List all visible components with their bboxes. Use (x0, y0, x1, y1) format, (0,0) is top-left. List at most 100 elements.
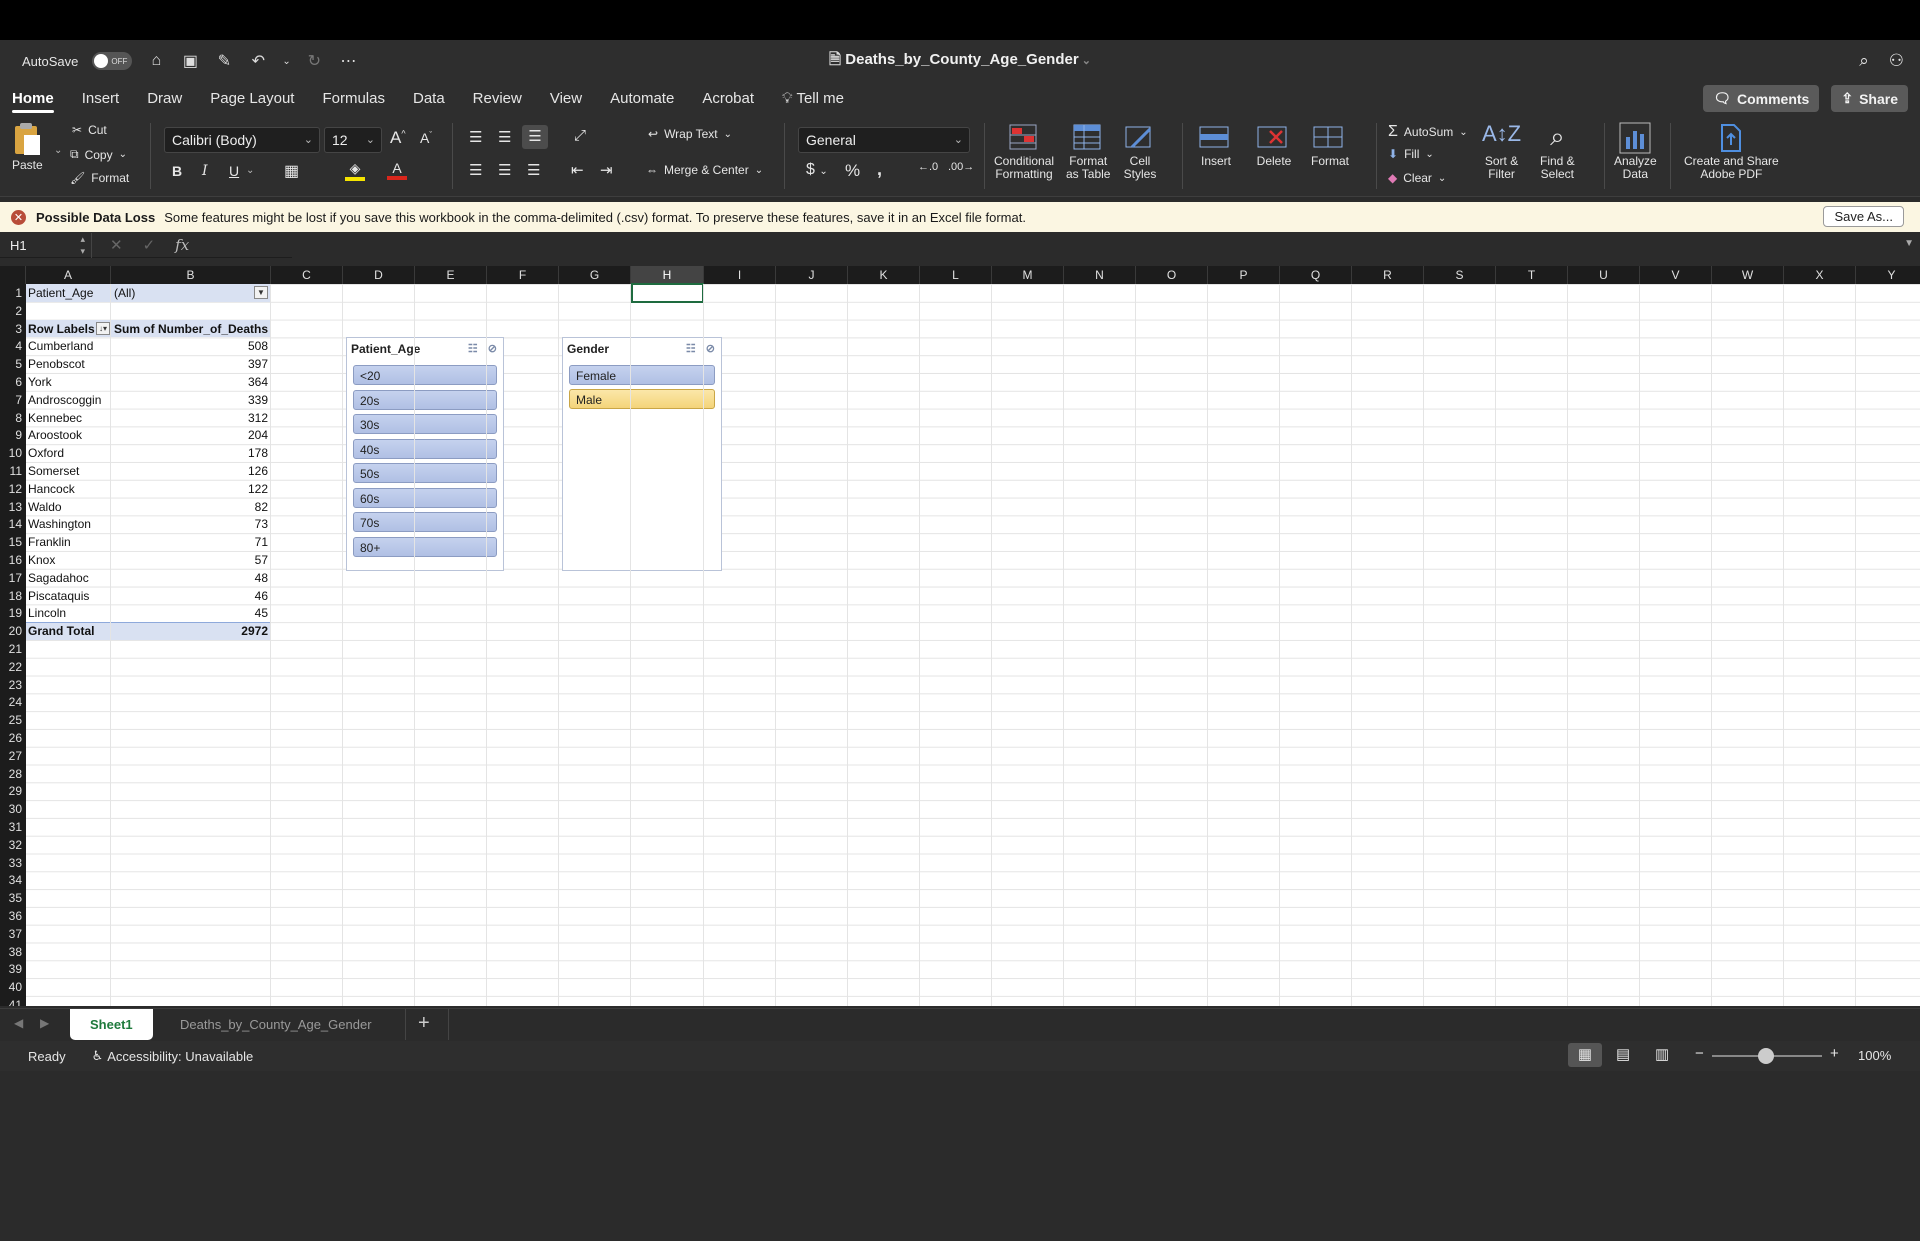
row-header[interactable]: 23 (0, 676, 26, 694)
pivot-row-value[interactable]: 204 (114, 426, 268, 444)
row-header[interactable]: 1 (0, 284, 26, 302)
column-header-p[interactable]: P (1208, 266, 1280, 284)
number-format-select[interactable]: General ⌄ (798, 127, 970, 153)
slicer-item-age[interactable]: 40s (353, 438, 497, 459)
italic-button[interactable]: I (202, 163, 208, 179)
pivot-row-value[interactable]: 312 (114, 409, 268, 427)
fill-button[interactable]: ⬇ Fill ⌄ (1388, 147, 1434, 161)
close-icon[interactable]: ✕ (11, 209, 26, 225)
pivot-row-label[interactable]: Lincoln (28, 604, 66, 622)
font-name-select[interactable]: Calibri (Body) ⌄ (164, 127, 320, 153)
row-header[interactable]: 6 (0, 373, 26, 391)
filter-dropdown-icon[interactable]: ▼ (254, 286, 268, 299)
pivot-row-label[interactable]: Hancock (28, 480, 75, 498)
add-sheet-icon[interactable]: + (418, 1012, 430, 1035)
row-header[interactable]: 40 (0, 978, 26, 996)
tab-draw[interactable]: Draw (147, 84, 182, 113)
row-header[interactable]: 2 (0, 302, 26, 320)
find-select-button[interactable]: ⌕ Find & Select (1540, 121, 1575, 181)
zoom-in-icon[interactable]: + (1830, 1045, 1839, 1062)
pivot-row-label[interactable]: Washington (28, 515, 91, 533)
tab-view[interactable]: View (550, 84, 582, 113)
row-header[interactable]: 37 (0, 925, 26, 943)
currency-icon[interactable]: $ ⌄ (806, 161, 828, 179)
stepper-icon[interactable]: ▴ ▾ (80, 233, 85, 257)
row-header[interactable]: 31 (0, 818, 26, 836)
document-title[interactable]: Deaths_by_County_Age_Gender (845, 51, 1078, 68)
pivot-row-value[interactable]: 46 (114, 587, 268, 605)
row-header[interactable]: 3 (0, 320, 26, 338)
row-header[interactable]: 21 (0, 640, 26, 658)
gender-slicer[interactable]: Gender ☷ ⊘ Female Male (562, 337, 722, 571)
cut-button[interactable]: ✂ Cut (72, 123, 107, 137)
tab-page-layout[interactable]: Page Layout (210, 84, 294, 113)
cell-styles-button[interactable]: Cell Styles (1122, 121, 1158, 181)
expand-formula-icon[interactable]: ▼ (1904, 238, 1914, 249)
decrease-indent-icon[interactable]: ⇤ (571, 161, 584, 179)
align-middle-icon[interactable]: ☰ (498, 128, 511, 146)
multi-select-icon[interactable]: ☷ (468, 342, 478, 355)
sort-filter-button[interactable]: A↕Z Sort & Filter (1482, 121, 1521, 181)
column-header-w[interactable]: W (1712, 266, 1784, 284)
pivot-row-label[interactable]: Somerset (28, 462, 79, 480)
row-header[interactable]: 7 (0, 391, 26, 409)
pivot-row-label[interactable]: York (28, 373, 52, 391)
format-as-table-button[interactable]: Format as Table (1066, 121, 1110, 181)
check-icon[interactable]: ✓ (143, 236, 156, 254)
row-header[interactable]: 14 (0, 515, 26, 533)
pivot-row-value[interactable]: 48 (114, 569, 268, 587)
align-center-icon[interactable]: ☰ (498, 161, 511, 179)
wrap-text-button[interactable]: ↩ Wrap Text ⌄ (648, 127, 732, 141)
row-header[interactable]: 18 (0, 587, 26, 605)
zoom-level[interactable]: 100% (1858, 1048, 1891, 1063)
pivot-row-value[interactable]: 126 (114, 462, 268, 480)
next-sheet-icon[interactable]: ▶ (40, 1016, 49, 1030)
column-header-v[interactable]: V (1640, 266, 1712, 284)
column-header-k[interactable]: K (848, 266, 920, 284)
cells-area[interactable]: Patient_Age (All) ▼ Row Labels ↓▾ Sum of… (26, 283, 1920, 1006)
delete-cells-button[interactable]: Delete (1254, 121, 1294, 168)
undo-icon[interactable]: ↶ (248, 51, 268, 71)
column-header-r[interactable]: R (1352, 266, 1424, 284)
fx-icon[interactable]: fx (175, 236, 189, 254)
column-header-b[interactable]: B (111, 266, 271, 284)
save-as-button[interactable]: Save As... (1823, 206, 1904, 227)
increase-font-icon[interactable]: A^ (390, 128, 406, 148)
copy-button[interactable]: ⧉ Copy ⌄ (70, 147, 127, 162)
pivot-row-label[interactable]: Cumberland (28, 337, 93, 355)
paste-button[interactable]: Paste (12, 121, 43, 172)
underline-button[interactable]: U (229, 163, 239, 179)
format-painter-button[interactable]: 🖌︎ Format (70, 171, 129, 185)
clear-filter-icon[interactable]: ⊘ (488, 342, 497, 355)
insert-cells-button[interactable]: Insert (1196, 121, 1236, 168)
tell-me-search[interactable]: 💡︎ Tell me (782, 84, 844, 113)
column-header-s[interactable]: S (1424, 266, 1496, 284)
column-header-l[interactable]: L (920, 266, 992, 284)
row-header[interactable]: 25 (0, 711, 26, 729)
row-header[interactable]: 28 (0, 765, 26, 783)
underline-chevron-icon[interactable]: ⌄ (246, 165, 254, 176)
column-header-q[interactable]: Q (1280, 266, 1352, 284)
align-bottom-icon[interactable]: ☰ (522, 125, 548, 149)
column-header-j[interactable]: J (776, 266, 848, 284)
slicer-item-male[interactable]: Male (569, 389, 715, 409)
sheet-tab-deaths[interactable]: Deaths_by_County_Age_Gender (160, 1009, 392, 1040)
slicer-item-age[interactable]: 50s (353, 463, 497, 483)
pivot-row-label[interactable]: Knox (28, 551, 55, 569)
row-header[interactable]: 15 (0, 533, 26, 551)
column-header-c[interactable]: C (271, 266, 343, 284)
column-header-x[interactable]: X (1784, 266, 1856, 284)
search-icon[interactable]: ⌕ (1859, 51, 1869, 71)
pivot-row-label[interactable]: Androscoggin (28, 391, 101, 409)
row-header[interactable]: 13 (0, 498, 26, 516)
row-header[interactable]: 30 (0, 800, 26, 818)
comments-button[interactable]: 🗨︎ Comments (1703, 85, 1820, 112)
pivot-filter-value[interactable]: (All) (114, 284, 135, 302)
increase-indent-icon[interactable]: ⇥ (600, 161, 613, 179)
column-header-d[interactable]: D (343, 266, 415, 284)
zoom-out-icon[interactable]: − (1695, 1045, 1704, 1062)
name-box[interactable]: H1 ▴ ▾ (0, 232, 92, 258)
pivot-row-label[interactable]: Sagadahoc (28, 569, 89, 587)
pivot-row-value[interactable]: 71 (114, 533, 268, 551)
conditional-formatting-button[interactable]: Conditional Formatting (994, 121, 1054, 181)
